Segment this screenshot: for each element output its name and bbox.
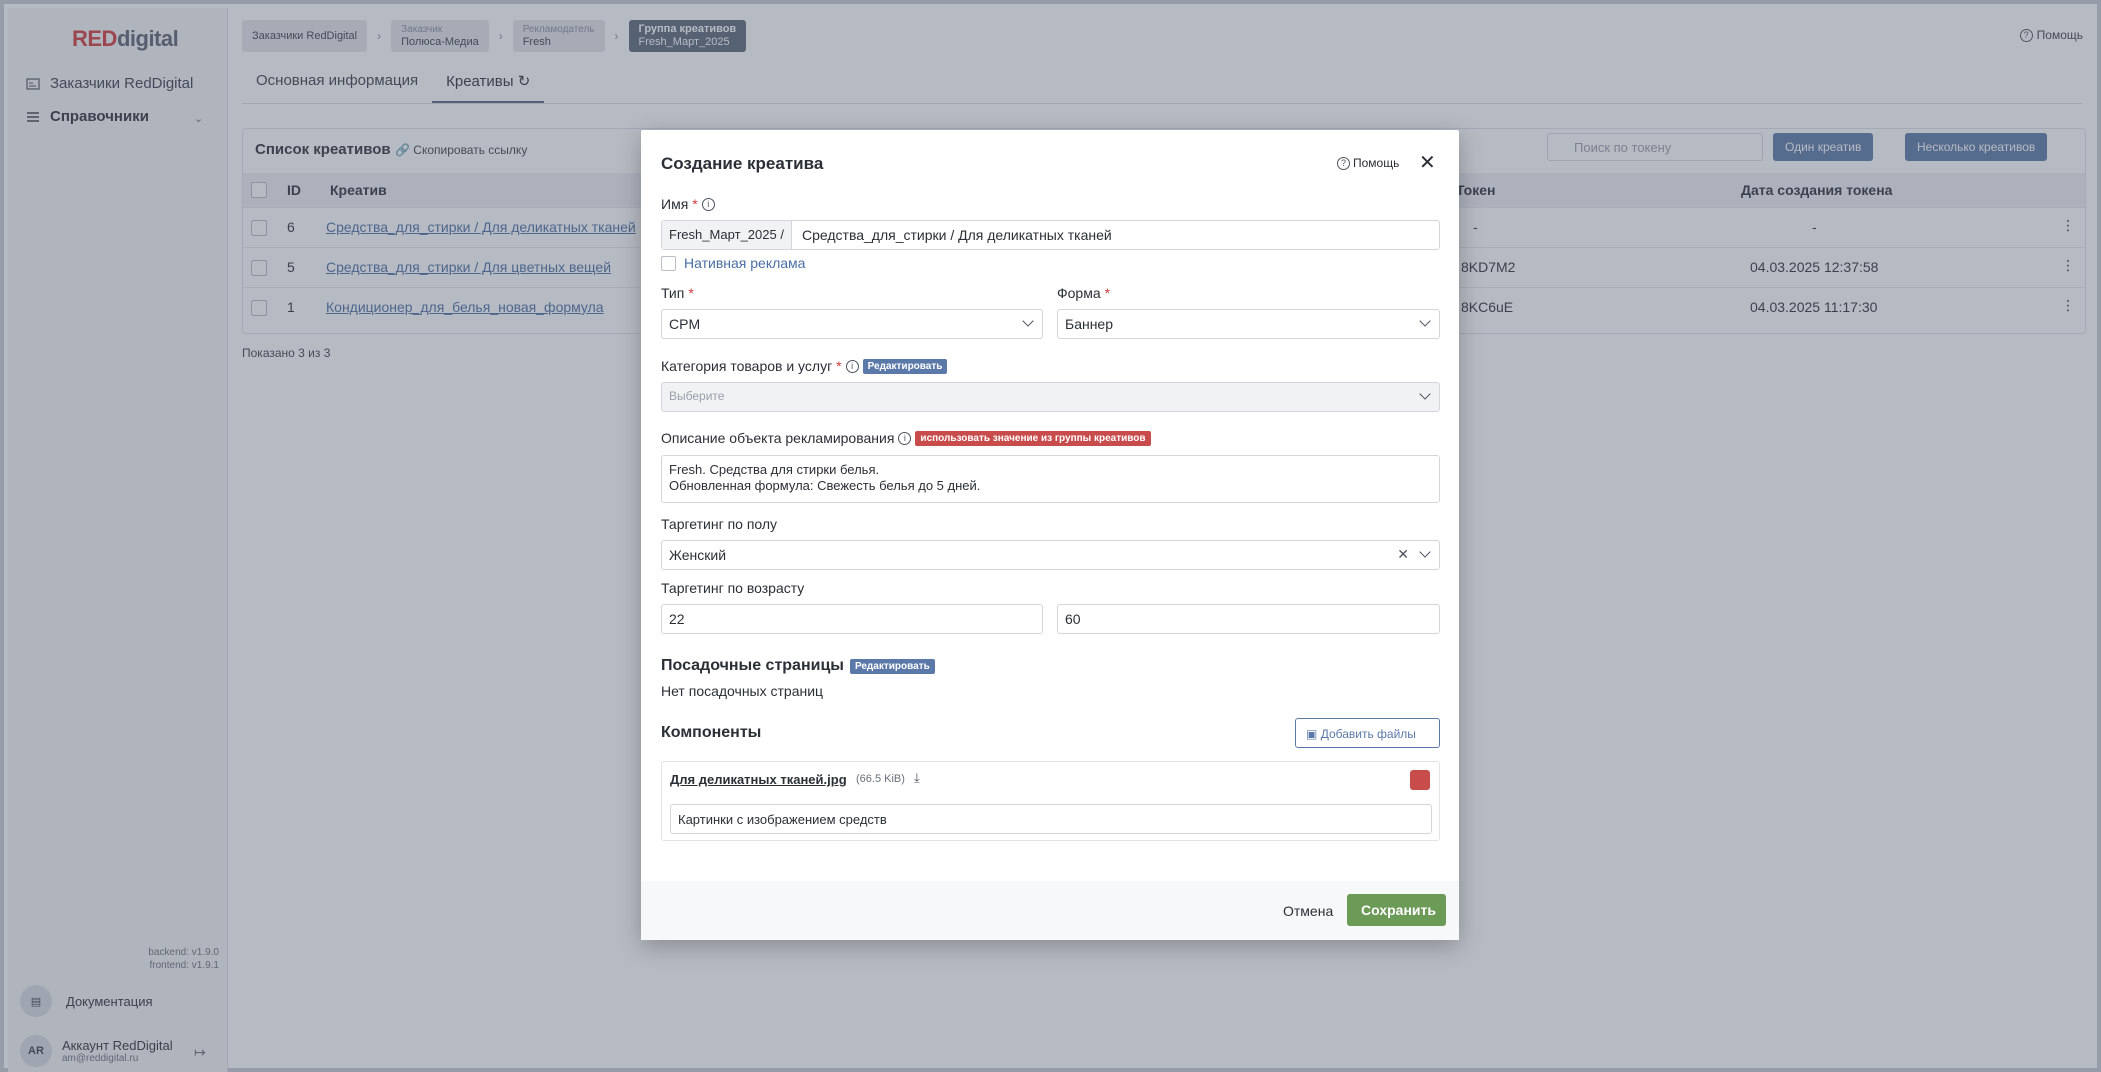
component-item: Для деликатных тканей.jpg (66.5 KiB) ⤓ К… <box>661 761 1440 841</box>
add-files-button[interactable]: ▣ Добавить файлы <box>1295 718 1440 748</box>
components-title: Компоненты <box>661 724 762 741</box>
info-icon[interactable]: i <box>898 431 912 445</box>
description-label: Описание объекта рекламирования i использо… <box>661 430 1151 446</box>
create-creative-dialog: Создание креатива ? Помощь ✕ Имя * i Fresh_… <box>641 130 1459 940</box>
file-size: (66.5 KiB) <box>856 773 905 785</box>
dialog-footer: Отмена Сохранить <box>641 881 1459 940</box>
form-select[interactable]: Баннер <box>1057 309 1440 339</box>
age-to-input[interactable]: 60 <box>1057 604 1440 634</box>
age-label: Таргетинг по возрасту <box>661 580 805 596</box>
category-label: Категория товаров и услуг * i Редактировать <box>661 358 948 374</box>
image-icon: ▣ <box>1306 727 1318 741</box>
name-field[interactable]: Fresh_Март_2025 / Средства_для_стирки / … <box>661 220 1440 250</box>
description-textarea[interactable]: Fresh. Средства для стирки белья. Обновл… <box>661 455 1440 503</box>
question-icon: ? <box>1337 156 1350 170</box>
info-icon[interactable]: i <box>845 359 859 373</box>
gender-label: Таргетинг по полу <box>661 516 778 532</box>
clear-icon[interactable]: ✕ <box>1397 546 1409 563</box>
use-group-value-button[interactable]: использовать значение из группы креативо… <box>915 430 1151 446</box>
close-icon[interactable]: ✕ <box>1419 150 1436 175</box>
help-button[interactable]: ? Помощь <box>1337 156 1399 170</box>
edit-category-button[interactable]: Редактировать <box>862 358 948 374</box>
form-label: Форма * <box>1057 285 1111 301</box>
download-icon[interactable]: ⤓ <box>914 770 920 786</box>
save-button[interactable]: Сохранить <box>1347 894 1446 926</box>
chevron-down-icon <box>1022 315 1034 327</box>
trash-icon[interactable] <box>1410 770 1430 790</box>
edit-landing-button[interactable]: Редактировать <box>849 658 935 674</box>
native-ad-checkbox[interactable]: Нативная реклама <box>661 255 805 271</box>
gender-select[interactable]: Женский ✕ <box>661 540 1440 570</box>
name-label: Имя * i <box>661 196 715 212</box>
chevron-down-icon <box>1419 315 1431 327</box>
cancel-button[interactable]: Отмена <box>1283 903 1333 919</box>
info-icon[interactable]: i <box>701 197 715 211</box>
dialog-title: Создание креатива <box>661 154 824 173</box>
landing-empty: Нет посадочных страниц <box>661 683 824 699</box>
chevron-down-icon <box>1419 388 1431 400</box>
file-link[interactable]: Для деликатных тканей.jpg <box>670 772 847 787</box>
chevron-down-icon <box>1419 546 1431 558</box>
category-select: Выберите <box>661 382 1440 412</box>
type-label: Тип * <box>661 285 694 301</box>
age-from-input[interactable]: 22 <box>661 604 1043 634</box>
name-prefix: Fresh_Март_2025 / <box>662 221 792 249</box>
file-description-input[interactable]: Картинки с изображением средств <box>670 804 1432 834</box>
type-select[interactable]: CPM <box>661 309 1043 339</box>
landing-pages-title: Посадочные страницы Редактировать <box>661 657 935 675</box>
